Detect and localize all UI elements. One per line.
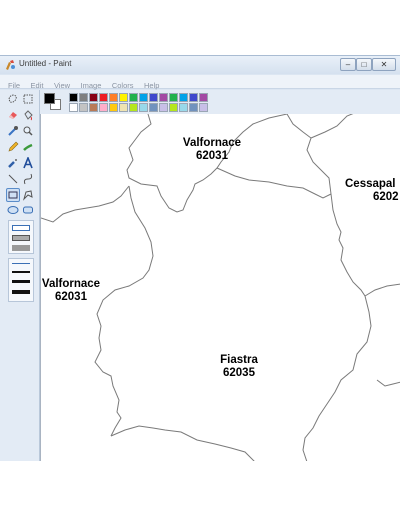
palette-swatch[interactable] (89, 103, 98, 112)
magnifier-icon[interactable] (21, 124, 35, 138)
free-select-icon[interactable] (6, 92, 20, 106)
menu-edit[interactable]: Edit (28, 79, 47, 90)
region-name: Valfornace (41, 278, 101, 290)
palette-swatch[interactable] (119, 103, 128, 112)
outline-only-option[interactable] (12, 225, 30, 231)
boundary-south (110, 425, 255, 461)
region-label-valfornace-west: Valfornace 62031 (41, 278, 111, 303)
rounded-rect-icon[interactable] (21, 203, 35, 217)
paint-app-icon (6, 60, 15, 70)
curve-icon[interactable] (21, 172, 35, 186)
fill-only-option[interactable] (12, 245, 30, 251)
palette-swatch[interactable] (199, 103, 208, 112)
menu-bar: File Edit View Image Colors Help (0, 75, 400, 90)
text-icon[interactable] (21, 156, 35, 170)
fill-style-options[interactable] (8, 220, 34, 254)
palette-swatch[interactable] (129, 103, 138, 112)
rect-select-icon[interactable] (21, 92, 35, 106)
boundary-valfornace-north (126, 114, 288, 213)
line-icon[interactable] (6, 172, 20, 186)
menu-view[interactable]: View (51, 79, 73, 90)
region-label-cessapalombo: Cessapal 6202 (345, 178, 400, 203)
color-picker-icon[interactable] (6, 124, 20, 138)
boundary-fiastra-west (94, 185, 154, 437)
region-code: 62031 (196, 149, 228, 162)
palette-swatch[interactable] (159, 103, 168, 112)
region-code: 62031 (55, 290, 87, 303)
palette-swatch[interactable] (79, 93, 88, 102)
current-colors[interactable] (44, 93, 63, 112)
ellipse-icon[interactable] (6, 203, 20, 217)
line-width-options[interactable] (8, 258, 34, 302)
palette-swatch[interactable] (109, 103, 118, 112)
menu-help[interactable]: Help (141, 79, 162, 90)
palette-swatch[interactable] (139, 103, 148, 112)
polygon-icon[interactable] (21, 188, 35, 202)
menu-file[interactable]: File (5, 79, 23, 90)
maximize-button[interactable]: □ (356, 58, 372, 71)
region-code: 6202 (373, 190, 399, 203)
palette-swatch[interactable] (109, 93, 118, 102)
airbrush-icon[interactable] (6, 156, 20, 170)
palette-swatch[interactable] (189, 93, 198, 102)
color-palette (40, 90, 400, 114)
drawing-canvas[interactable]: Valfornace 62031 Cessapal 6202 Valfornac… (40, 114, 400, 461)
boundary-east-ridge (286, 114, 372, 461)
palette-swatch[interactable] (129, 93, 138, 102)
eraser-icon[interactable] (6, 108, 20, 122)
boundary-cessapalombo (310, 114, 354, 139)
close-button[interactable]: ✕ (372, 58, 396, 71)
palette-swatch[interactable] (159, 93, 168, 102)
region-name: Cessapal (345, 178, 396, 190)
palette-swatch[interactable] (139, 93, 148, 102)
palette-swatch[interactable] (99, 103, 108, 112)
region-name: Valfornace (182, 137, 242, 149)
fill-icon[interactable] (21, 108, 35, 122)
window-title: Untitled - Paint (19, 59, 72, 68)
pencil-icon[interactable] (6, 140, 20, 154)
palette-swatch[interactable] (179, 93, 188, 102)
palette-swatch[interactable] (169, 93, 178, 102)
boundary-west-top (41, 185, 130, 223)
palette-swatch[interactable] (89, 93, 98, 102)
line-width-4[interactable] (12, 290, 30, 294)
menu-image[interactable]: Image (78, 79, 105, 90)
region-label-valfornace-north: Valfornace 62031 (174, 137, 250, 162)
outline-fill-option[interactable] (12, 235, 30, 241)
boundary-east-bottom (376, 379, 400, 387)
rectangle-icon[interactable] (6, 188, 20, 202)
palette-swatch[interactable] (69, 93, 78, 102)
line-width-3[interactable] (12, 280, 30, 283)
palette-swatch[interactable] (199, 93, 208, 102)
primary-color-swatch[interactable] (44, 93, 55, 104)
minimize-button[interactable]: – (340, 58, 356, 71)
toolbox (0, 90, 40, 461)
palette-swatch[interactable] (79, 103, 88, 112)
brush-icon[interactable] (21, 140, 35, 154)
line-width-2[interactable] (12, 271, 30, 273)
palette-swatch[interactable] (189, 103, 198, 112)
palette-swatch[interactable] (179, 103, 188, 112)
region-label-fiastra: Fiastra 62035 (204, 354, 274, 379)
paint-window: Untitled - Paint – □ ✕ File Edit View Im… (0, 55, 400, 461)
menu-colors[interactable]: Colors (109, 79, 137, 90)
line-width-1[interactable] (12, 263, 30, 264)
palette-swatch[interactable] (119, 93, 128, 102)
palette-swatch[interactable] (169, 103, 178, 112)
region-code: 62035 (223, 366, 255, 379)
boundary-east-lower (364, 283, 400, 297)
region-name: Fiastra (220, 354, 258, 366)
palette-swatch[interactable] (69, 103, 78, 112)
palette-swatch[interactable] (149, 103, 158, 112)
title-bar: Untitled - Paint – □ ✕ (0, 56, 400, 74)
boundary-fiastra-east (216, 167, 332, 199)
palette-swatch[interactable] (99, 93, 108, 102)
palette-swatch[interactable] (149, 93, 158, 102)
